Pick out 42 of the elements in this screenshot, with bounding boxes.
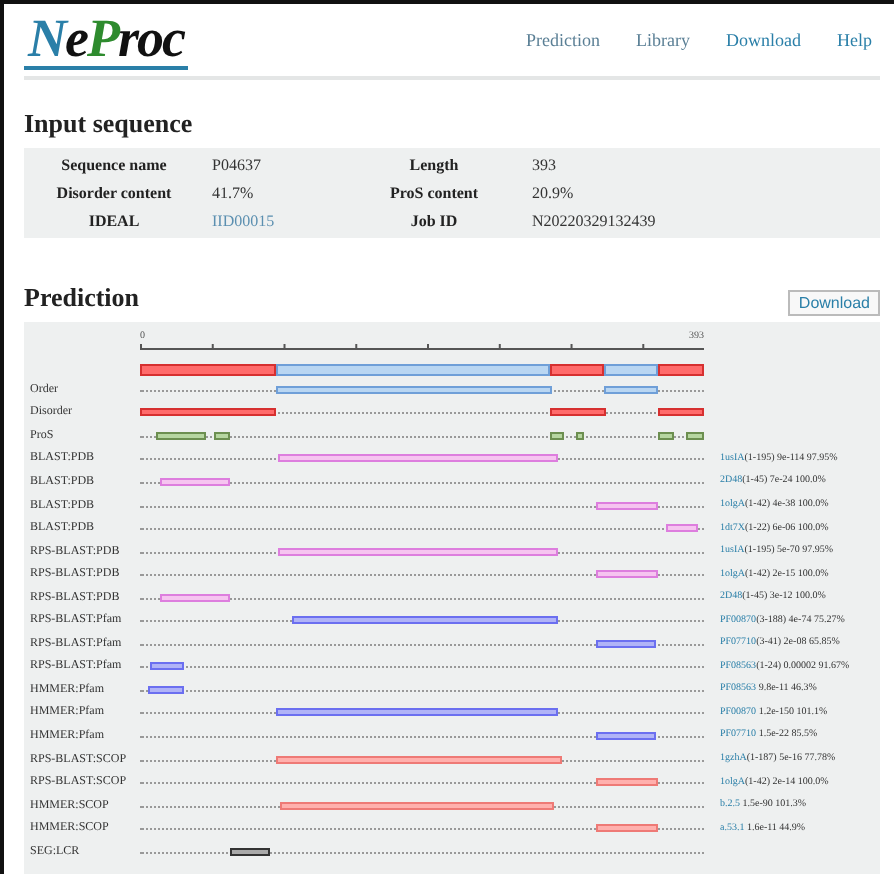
region-bar	[576, 431, 584, 440]
region-bar	[596, 778, 659, 787]
download-button[interactable]: Download	[788, 290, 880, 316]
region-bar	[550, 408, 607, 417]
region-bar	[155, 431, 206, 440]
region-bar	[160, 593, 231, 602]
region-bar	[658, 408, 704, 417]
field-label: Sequence name	[59, 156, 169, 174]
field-value: 41.7%	[210, 184, 256, 202]
nav-link[interactable]: Download	[726, 30, 801, 50]
field-label: Job ID	[408, 212, 460, 230]
region-bar	[148, 685, 185, 694]
field-label: IDEAL	[86, 212, 142, 230]
field-value: N20220329132439	[530, 212, 658, 230]
region-bar	[140, 408, 277, 417]
field-value: 20.9%	[530, 184, 576, 202]
logo[interactable]: NeProc	[24, 11, 188, 69]
region-bar	[685, 431, 704, 440]
region-bar	[596, 824, 659, 833]
region-bar	[550, 431, 564, 440]
field-label: Disorder content	[54, 184, 174, 202]
region-bar	[596, 639, 657, 648]
region-bar	[658, 431, 674, 440]
nav-link[interactable]: Prediction	[526, 30, 600, 50]
section-title: Prediction	[24, 282, 140, 314]
region-bar	[596, 501, 659, 509]
region-bar	[150, 662, 185, 671]
field-value: 393	[530, 156, 558, 174]
value-link[interactable]: IID00015	[204, 212, 344, 230]
nav-link[interactable]: Library	[636, 30, 690, 50]
region-bar	[214, 431, 231, 440]
region-bar	[160, 477, 231, 486]
region-bar	[596, 731, 657, 740]
region-bar	[666, 524, 699, 533]
field-value: P04637	[210, 156, 263, 174]
field-label: Length	[407, 156, 461, 174]
region-bar	[596, 570, 659, 579]
nav-link[interactable]: Help	[837, 30, 872, 50]
region-bar	[230, 847, 271, 856]
section-title: Input sequence	[24, 108, 195, 140]
region-bar	[603, 385, 659, 394]
field-label: ProS content	[387, 184, 481, 202]
